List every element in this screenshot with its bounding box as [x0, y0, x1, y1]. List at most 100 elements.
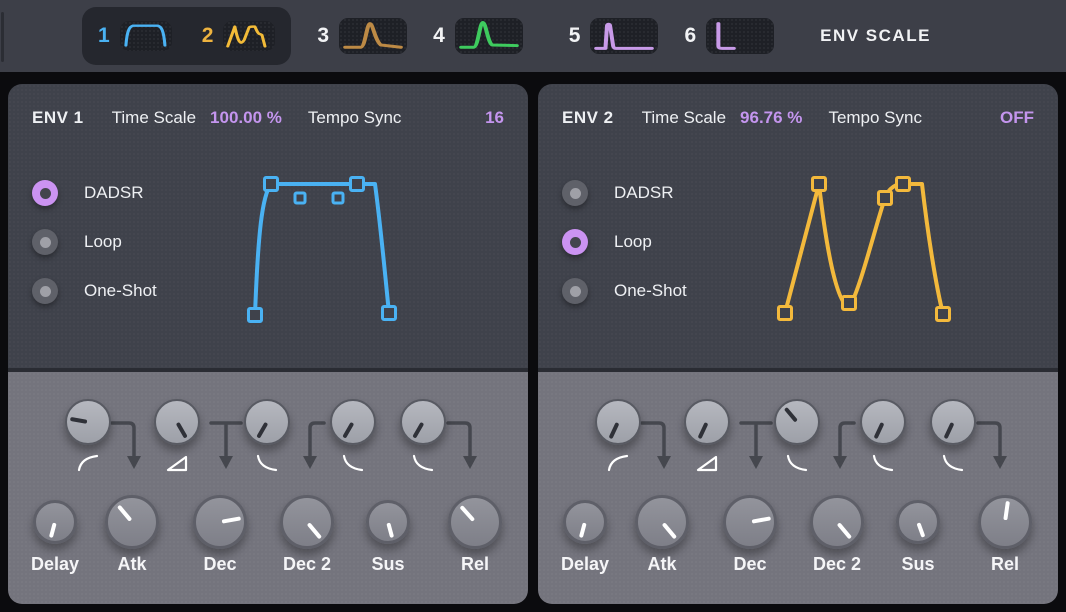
mode-option-one-shot[interactable]: One-Shot — [562, 278, 687, 304]
env-title: ENV 1 — [32, 108, 84, 128]
knob-label: Sus — [873, 554, 963, 575]
knob-pointer-icon — [1003, 501, 1010, 521]
knob-rel[interactable] — [448, 495, 502, 549]
curve-node[interactable] — [843, 297, 856, 310]
curve-node[interactable] — [897, 178, 910, 191]
tab-strip-divider — [1, 12, 4, 62]
mode-option-dadsr[interactable]: DADSR — [562, 180, 687, 206]
curve-node[interactable] — [879, 192, 892, 205]
knob-pointer-icon — [459, 505, 475, 522]
knob-pointer-icon — [579, 522, 587, 538]
knob-delay[interactable] — [563, 500, 607, 544]
env-tab-thumbnail — [120, 21, 172, 51]
route-arrow-icon — [993, 456, 1007, 469]
curve-power-handle[interactable] — [295, 193, 305, 203]
radio-dot-icon — [570, 237, 581, 248]
knob-pointer-icon — [944, 422, 955, 439]
curve-knob-2[interactable] — [684, 399, 730, 445]
route-arrow-icon — [463, 456, 477, 469]
route-connector — [310, 423, 324, 456]
tempo-sync-value[interactable]: OFF — [1000, 108, 1034, 128]
curve-knob-5[interactable] — [400, 399, 446, 445]
mode-option-dadsr[interactable]: DADSR — [32, 180, 157, 206]
env-thumbnail-curve-icon — [223, 21, 275, 51]
knob-label: Sus — [343, 554, 433, 575]
knob-label: Dec 2 — [262, 554, 352, 575]
knob-rel[interactable] — [978, 495, 1032, 549]
curve-knob-3[interactable] — [244, 399, 290, 445]
curve-node[interactable] — [249, 309, 262, 322]
tempo-sync-value[interactable]: 16 — [485, 108, 504, 128]
env-tab-5[interactable]: 5 — [569, 18, 659, 54]
envelope-tab-bar: 1 2 3 4 5 — [0, 0, 1066, 72]
tempo-sync-label: Tempo Sync — [828, 108, 922, 128]
mode-radio-button[interactable] — [32, 278, 58, 304]
env-tab-thumbnail — [339, 18, 407, 54]
knob-pointer-icon — [176, 422, 188, 439]
knob-pointer-icon — [916, 522, 925, 538]
env-tab-number: 1 — [98, 24, 110, 48]
curve-knob-3[interactable] — [774, 399, 820, 445]
curve-knob-1[interactable] — [595, 399, 641, 445]
curve-node[interactable] — [813, 178, 826, 191]
env-panel-1: ENV 1 Time Scale 100.00 % Tempo Sync 16 … — [8, 84, 528, 604]
curve-knob-1[interactable] — [65, 399, 111, 445]
route-connector — [978, 423, 1000, 456]
env-tab-4[interactable]: 4 — [433, 18, 523, 54]
mode-radio-button[interactable] — [32, 229, 58, 255]
mode-radio-button[interactable] — [562, 278, 588, 304]
knob-label: Dec 2 — [792, 554, 882, 575]
mode-radio-button[interactable] — [32, 180, 58, 206]
mode-option-one-shot[interactable]: One-Shot — [32, 278, 157, 304]
curve-knob-5[interactable] — [930, 399, 976, 445]
knob-dec-2[interactable] — [280, 495, 334, 549]
knob-pointer-icon — [412, 422, 424, 439]
route-arrow-icon — [749, 456, 763, 469]
curve-knob-4[interactable] — [330, 399, 376, 445]
radio-dot-icon — [570, 286, 581, 297]
knob-sus[interactable] — [896, 500, 940, 544]
mode-option-loop[interactable]: Loop — [32, 229, 157, 255]
knob-label: Atk — [617, 554, 707, 575]
env-tab-1[interactable]: 1 — [98, 21, 172, 51]
knob-atk[interactable] — [635, 495, 689, 549]
env-tab-thumbnail — [590, 18, 658, 54]
radio-dot-icon — [40, 188, 51, 199]
knob-pointer-icon — [751, 516, 771, 523]
curve-node[interactable] — [383, 307, 396, 320]
knob-pointer-icon — [117, 505, 132, 522]
curve-node[interactable] — [265, 178, 278, 191]
curve-node[interactable] — [351, 178, 364, 191]
mode-radio-button[interactable] — [562, 180, 588, 206]
curve-knob-2[interactable] — [154, 399, 200, 445]
curve-node[interactable] — [937, 308, 950, 321]
env-tab-thumbnail — [455, 18, 523, 54]
knob-dec[interactable] — [193, 495, 247, 549]
mode-radio-button[interactable] — [562, 229, 588, 255]
env-tab-number: 6 — [684, 24, 696, 48]
knob-label: Atk — [87, 554, 177, 575]
env-tab-6[interactable]: 6 — [684, 18, 774, 54]
env-tab-2[interactable]: 2 — [202, 21, 276, 51]
route-arrow-icon — [219, 456, 233, 469]
knob-dec[interactable] — [723, 495, 777, 549]
curve-knob-4[interactable] — [860, 399, 906, 445]
curve-power-handle[interactable] — [333, 193, 343, 203]
knob-delay[interactable] — [33, 500, 77, 544]
time-scale-value[interactable]: 96.76 % — [740, 108, 802, 128]
mode-option-loop[interactable]: Loop — [562, 229, 687, 255]
mode-label: Loop — [614, 232, 652, 252]
curve-node[interactable] — [779, 307, 792, 320]
env-tab-number: 5 — [569, 24, 581, 48]
knob-sus[interactable] — [366, 500, 410, 544]
env-panel-2: ENV 2 Time Scale 96.76 % Tempo Sync OFF … — [538, 84, 1058, 604]
knob-pointer-icon — [837, 522, 852, 539]
env-thumbnail-curve-icon — [590, 18, 658, 54]
mode-label: One-Shot — [84, 281, 157, 301]
knob-dec-2[interactable] — [810, 495, 864, 549]
knob-atk[interactable] — [105, 495, 159, 549]
env-tab-3[interactable]: 3 — [317, 18, 407, 54]
mode-label: DADSR — [614, 183, 674, 203]
time-scale-value[interactable]: 100.00 % — [210, 108, 282, 128]
knob-label: Dec — [705, 554, 795, 575]
